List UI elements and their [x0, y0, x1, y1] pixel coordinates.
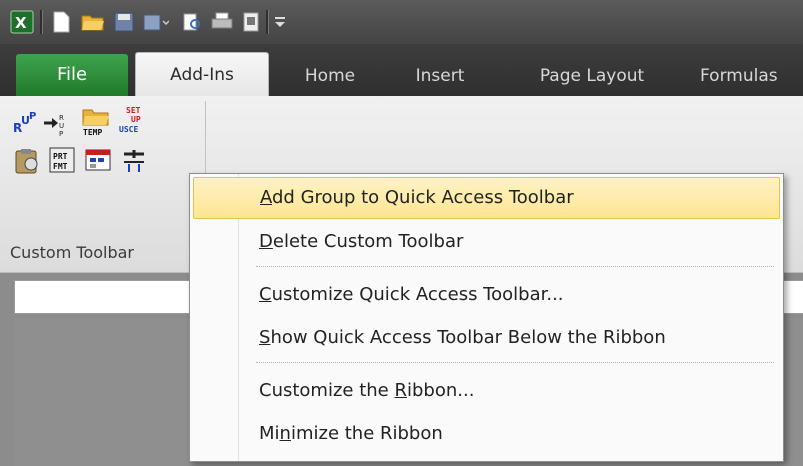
- tab-page-layout[interactable]: Page Layout: [522, 56, 662, 96]
- temp-folder-icon[interactable]: TEMP: [80, 104, 112, 136]
- ribbon-context-menu: Add Group to Quick Access Toolbar Delete…: [189, 173, 784, 462]
- document-icon[interactable]: [240, 10, 262, 34]
- save-icon[interactable]: [112, 10, 136, 34]
- tab-insert[interactable]: Insert: [400, 56, 480, 96]
- menu-item-add-group-to-qat[interactable]: Add Group to Quick Access Toolbar: [193, 177, 780, 219]
- tab-home[interactable]: Home: [290, 56, 370, 96]
- excel-logo-icon[interactable]: X: [10, 10, 34, 34]
- clipboard-icon[interactable]: [12, 146, 42, 176]
- new-document-icon[interactable]: [50, 10, 72, 34]
- svg-text:U: U: [59, 122, 64, 130]
- svg-text:X: X: [15, 14, 27, 32]
- customize-qat-icon[interactable]: [272, 10, 288, 34]
- menu-separator: [256, 266, 774, 267]
- menu-separator: [256, 362, 774, 363]
- setup-usce-icon[interactable]: SET UP USCE: [116, 104, 148, 136]
- tab-file[interactable]: File: [16, 54, 128, 96]
- rup-p-label: P: [29, 111, 36, 122]
- fmt-label: FMT: [53, 162, 68, 171]
- temp-label: TEMP: [83, 128, 102, 136]
- menu-item-minimize-ribbon[interactable]: Minimize the Ribbon: [193, 414, 778, 454]
- menu-item-customize-qat[interactable]: Customize Quick Access Toolbar...: [193, 275, 778, 315]
- setup-up-label: UP: [131, 115, 141, 124]
- ribbon-tabs: File Add-Ins Home Insert Page Layout For…: [0, 44, 803, 97]
- svg-text:P: P: [59, 130, 63, 136]
- print-icon[interactable]: [210, 10, 234, 34]
- quick-access-toolbar: X: [0, 0, 803, 44]
- menu-item-delete-custom-toolbar[interactable]: Delete Custom Toolbar: [193, 222, 778, 262]
- setup-usce-label: USCE: [119, 125, 138, 134]
- prt-label: PRT: [53, 152, 68, 161]
- open-folder-icon[interactable]: [80, 10, 106, 34]
- prt-fmt-icon[interactable]: PRT FMT: [48, 146, 78, 176]
- grid-toolbar-icon[interactable]: [84, 146, 114, 176]
- print-preview-icon[interactable]: [180, 10, 204, 34]
- menu-item-show-qat-below[interactable]: Show Quick Access Toolbar Below the Ribb…: [193, 318, 778, 358]
- rup-arrow-icon[interactable]: RUP: [42, 110, 68, 136]
- save-as-icon[interactable]: [142, 10, 170, 34]
- tab-add-ins[interactable]: Add-Ins: [135, 52, 269, 97]
- menu-item-customize-ribbon[interactable]: Customize the Ribbon...: [193, 371, 778, 411]
- svg-text:R: R: [59, 114, 64, 122]
- rup-icon[interactable]: R U P: [12, 110, 38, 136]
- group-label-custom-toolbar: Custom Toolbar: [10, 243, 134, 262]
- insert-divider-icon[interactable]: [120, 146, 150, 176]
- tab-formulas[interactable]: Formulas: [700, 56, 803, 96]
- setup-set-label: SET: [126, 106, 141, 115]
